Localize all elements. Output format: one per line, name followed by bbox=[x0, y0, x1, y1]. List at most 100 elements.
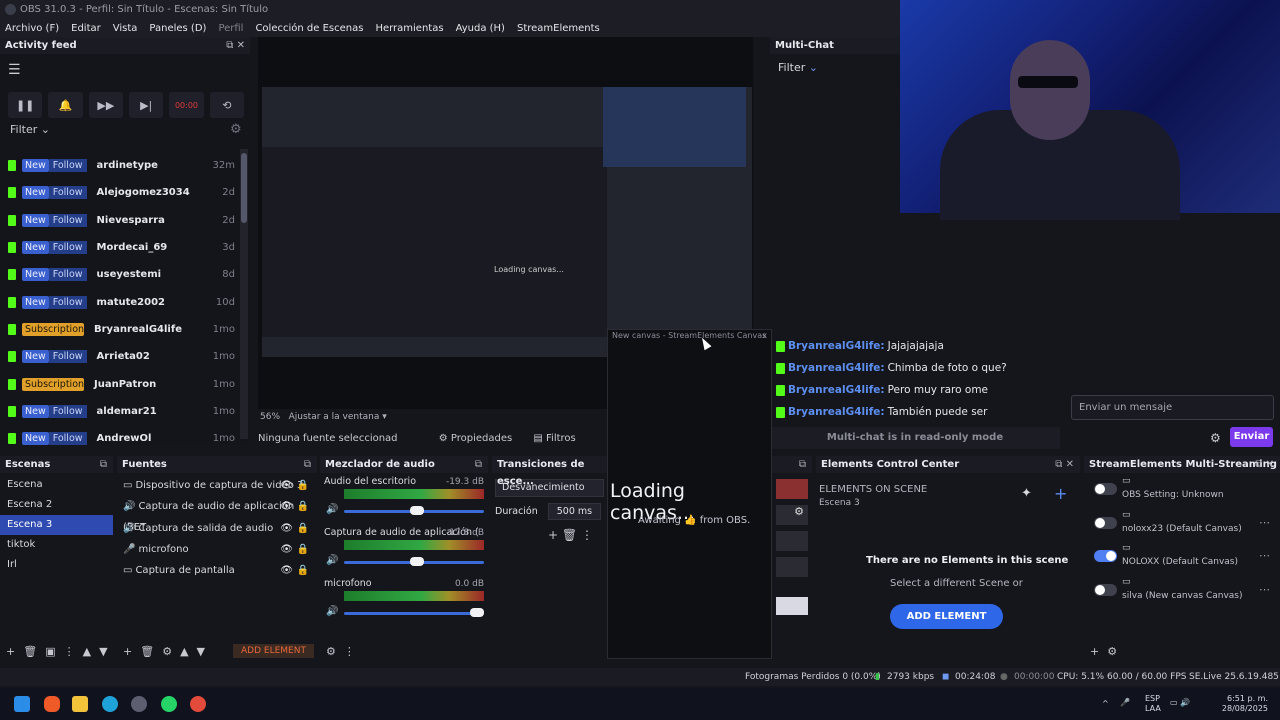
gear-icon[interactable]: ⚙ bbox=[1107, 645, 1117, 658]
chat-username[interactable]: BryanrealG4life: bbox=[788, 337, 885, 355]
mixer-settings-icon[interactable]: ⚙ bbox=[326, 645, 336, 658]
activity-row[interactable]: Subscription JuanPatron 1mo bbox=[0, 370, 240, 397]
clock[interactable]: 6:51 p. m. 28/08/2025 bbox=[1218, 694, 1268, 714]
trash-icon[interactable]: 🗑 bbox=[562, 528, 577, 542]
ecc-add-element-button[interactable]: ADD ELEMENT bbox=[890, 604, 1003, 629]
timer[interactable]: 00:00 bbox=[169, 92, 204, 118]
lock-icon[interactable]: 🔒 bbox=[297, 475, 309, 496]
menu-icon[interactable]: ⋮ bbox=[581, 528, 593, 542]
language[interactable]: ESP LAA bbox=[1145, 694, 1161, 714]
volume-knob[interactable] bbox=[409, 557, 424, 566]
scene-item[interactable]: Escena 2 bbox=[0, 495, 113, 515]
volume-slider[interactable] bbox=[344, 612, 484, 615]
whatsapp-icon[interactable] bbox=[161, 696, 177, 712]
down-icon[interactable]: ▼ bbox=[99, 645, 107, 658]
file-explorer-icon[interactable] bbox=[72, 696, 88, 712]
control-button[interactable] bbox=[776, 531, 808, 551]
toggle-switch[interactable] bbox=[1094, 483, 1117, 495]
speaker-icon[interactable]: 🔊 bbox=[326, 606, 338, 617]
filter-icon[interactable]: ▣ bbox=[45, 645, 55, 658]
close-icon[interactable]: x bbox=[762, 331, 767, 340]
gear-icon[interactable]: ⚙ bbox=[162, 645, 172, 658]
activity-row[interactable]: New Follow useyestemi 8d bbox=[0, 261, 240, 288]
control-button[interactable] bbox=[776, 557, 808, 577]
mic-icon[interactable]: 🎤 bbox=[1120, 698, 1130, 708]
properties-button[interactable]: ⚙ Propiedades bbox=[439, 433, 512, 444]
add-icon[interactable]: + bbox=[123, 645, 132, 658]
speaker-icon[interactable]: 🔊 bbox=[326, 504, 338, 515]
more-icon[interactable]: ⋯ bbox=[1259, 583, 1270, 596]
activity-row[interactable]: New Follow matute2002 10d bbox=[0, 288, 240, 315]
obs-taskbar-icon[interactable] bbox=[131, 696, 147, 712]
activity-row[interactable]: New Follow Arrieta02 1mo bbox=[0, 343, 240, 370]
filters-button[interactable]: ▤ Filtros bbox=[533, 433, 575, 444]
duration-input[interactable]: 500 ms bbox=[547, 503, 602, 520]
scene-item[interactable]: Escena 3 bbox=[0, 515, 113, 535]
gear-icon[interactable]: ⚙ bbox=[230, 122, 242, 137]
source-item[interactable]: 🎤 microfono 👁 🔒 bbox=[117, 539, 317, 560]
settings-gear-icon[interactable]: ⚙ bbox=[776, 505, 808, 525]
mixer-menu-icon[interactable]: ⋮ bbox=[344, 645, 355, 658]
chat-username[interactable]: BryanrealG4life: bbox=[788, 359, 885, 377]
scene-item[interactable]: Irl bbox=[0, 555, 113, 575]
menu-streamelements[interactable]: StreamElements bbox=[517, 20, 600, 37]
zoom-level[interactable]: 56% bbox=[260, 412, 280, 422]
dock-buttons[interactable]: ⧉ ✕ bbox=[1255, 456, 1274, 473]
chat-settings-icon[interactable]: ⚙ bbox=[1210, 431, 1221, 445]
edge-icon[interactable] bbox=[102, 696, 118, 712]
lock-icon[interactable]: 🔒 bbox=[297, 496, 309, 517]
brave-icon[interactable] bbox=[44, 696, 60, 712]
hamburger-menu-icon[interactable]: ☰ bbox=[8, 62, 21, 78]
next-icon[interactable]: ▶| bbox=[128, 92, 164, 118]
chat-username[interactable]: BryanrealG4life: bbox=[788, 403, 885, 421]
menu-coleccion[interactable]: Colección de Escenas bbox=[255, 20, 363, 37]
scrollbar-thumb[interactable] bbox=[241, 153, 247, 223]
source-item[interactable]: 🔊 Captura de salida de audio 👁 🔒 bbox=[117, 518, 317, 539]
config-icon[interactable]: ⋮ bbox=[64, 645, 75, 658]
source-item[interactable]: ▭ Captura de pantalla 👁 🔒 bbox=[117, 560, 317, 581]
toggle-switch[interactable] bbox=[1094, 550, 1117, 562]
scrollbar[interactable] bbox=[240, 149, 248, 439]
add-icon[interactable]: + bbox=[6, 645, 15, 658]
toggle-switch[interactable] bbox=[1094, 583, 1117, 596]
add-icon[interactable]: + bbox=[548, 528, 558, 542]
activity-row[interactable]: Subscription BryanrealG4life 1mo bbox=[0, 316, 240, 343]
dock-buttons[interactable]: ⧉ ✕ bbox=[1055, 456, 1074, 473]
add-icon[interactable]: + bbox=[1090, 645, 1099, 658]
menu-vista[interactable]: Vista bbox=[113, 20, 138, 37]
stream-button[interactable] bbox=[776, 479, 808, 499]
speaker-icon[interactable]: 🔊 bbox=[326, 555, 338, 566]
activity-row[interactable]: New Follow Mordecai_69 3d bbox=[0, 234, 240, 261]
lock-icon[interactable]: 🔒 bbox=[297, 539, 309, 560]
chrome-icon[interactable] bbox=[190, 696, 206, 712]
tray-chevron-icon[interactable]: ^ bbox=[1102, 699, 1109, 709]
trash-icon[interactable]: 🗑 bbox=[23, 645, 37, 658]
menu-editar[interactable]: Editar bbox=[71, 20, 101, 37]
control-button[interactable] bbox=[776, 597, 808, 615]
undock-icon[interactable]: ⧉ bbox=[799, 456, 806, 473]
eye-icon[interactable]: 👁 bbox=[280, 475, 293, 496]
activity-row[interactable]: New Follow Nievesparra 2d bbox=[0, 207, 240, 234]
multichat-filter[interactable]: Filter ⌄ bbox=[778, 61, 818, 74]
menu-perfil[interactable]: Perfil bbox=[218, 20, 243, 37]
activity-row[interactable]: New Follow Alejogomez3034 2d bbox=[0, 179, 240, 206]
eye-icon[interactable]: 👁 bbox=[280, 560, 293, 581]
undock-icon[interactable]: ⧉ bbox=[100, 456, 107, 473]
up-icon[interactable]: ▲ bbox=[180, 645, 188, 658]
lock-icon[interactable]: 🔒 bbox=[297, 560, 309, 581]
eye-icon[interactable]: 👁 bbox=[280, 539, 293, 560]
source-item[interactable]: ▭ Dispositivo de captura de video 3 👁 🔒 bbox=[117, 475, 317, 496]
more-icon[interactable]: ⋯ bbox=[1259, 516, 1270, 529]
up-icon[interactable]: ▲ bbox=[83, 645, 91, 658]
lock-icon[interactable]: 🔒 bbox=[297, 518, 309, 539]
dock-buttons[interactable]: ⧉ ✕ bbox=[226, 37, 245, 54]
more-icon[interactable]: ⋯ bbox=[1259, 549, 1270, 562]
zoom-fit[interactable]: Ajustar a la ventana bbox=[289, 412, 380, 422]
activity-filter[interactable]: Filter ⌄ bbox=[10, 123, 50, 136]
menu-herramientas[interactable]: Herramientas bbox=[375, 20, 443, 37]
trash-icon[interactable]: 🗑 bbox=[140, 645, 154, 658]
menu-ayuda[interactable]: Ayuda (H) bbox=[456, 20, 505, 37]
scene-item[interactable]: Escena bbox=[0, 475, 113, 495]
skip-icon[interactable]: ▶▶ bbox=[88, 92, 123, 118]
scene-item[interactable]: tiktok bbox=[0, 535, 113, 555]
